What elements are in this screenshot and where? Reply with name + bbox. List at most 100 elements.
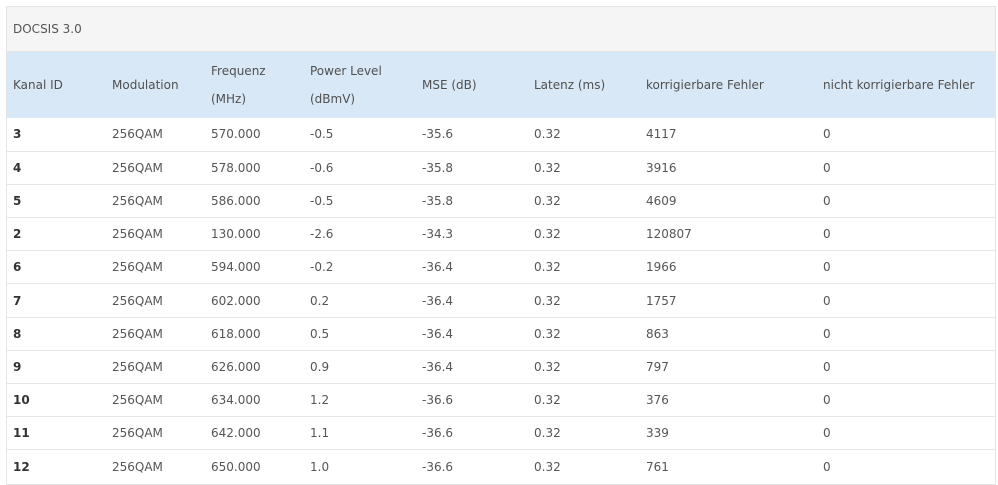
cell-korrigierbare-fehler: 339 xyxy=(646,426,669,441)
table-row: 3 256QAM 570.000 -0.5 -35.6 0.32 4117 0 xyxy=(7,118,995,152)
docsis-panel: DOCSIS 3.0 Kanal ID Modulation Frequenz … xyxy=(6,6,996,485)
cell-power-level: -0.6 xyxy=(310,160,334,175)
cell-modulation: 256QAM xyxy=(112,293,163,308)
cell-modulation: 256QAM xyxy=(112,227,163,242)
header-nicht-korrigierbare-fehler: nicht korrigierbare Fehler xyxy=(823,78,975,92)
cell-power-level: 0.9 xyxy=(310,359,330,374)
cell-mse: -36.6 xyxy=(422,426,454,441)
cell-frequenz: 578.000 xyxy=(211,160,261,175)
cell-power-level: -2.6 xyxy=(310,227,334,242)
cell-korrigierbare-fehler: 1966 xyxy=(646,260,677,275)
cell-korrigierbare-fehler: 4117 xyxy=(646,127,677,142)
cell-kanal-id: 6 xyxy=(13,260,22,275)
cell-power-level: -0.5 xyxy=(310,193,334,208)
table-row: 8 256QAM 618.000 0.5 -36.4 0.32 863 0 xyxy=(7,317,995,351)
cell-latenz: 0.32 xyxy=(534,260,561,275)
cell-modulation: 256QAM xyxy=(112,260,163,275)
cell-mse: -36.4 xyxy=(422,326,454,341)
header-power-level-line1: Power Level xyxy=(310,64,382,78)
header-power-level-line2: (dBmV) xyxy=(310,92,356,106)
cell-nicht-korrigierbare-fehler: 0 xyxy=(823,326,831,341)
cell-nicht-korrigierbare-fehler: 0 xyxy=(823,160,831,175)
cell-frequenz: 602.000 xyxy=(211,293,261,308)
cell-mse: -34.3 xyxy=(422,227,454,242)
header-korrigierbare-fehler: korrigierbare Fehler xyxy=(646,78,764,92)
cell-kanal-id: 9 xyxy=(13,359,22,374)
cell-nicht-korrigierbare-fehler: 0 xyxy=(823,127,831,142)
cell-mse: -35.8 xyxy=(422,160,454,175)
panel-title: DOCSIS 3.0 xyxy=(7,7,995,52)
cell-latenz: 0.32 xyxy=(534,426,561,441)
cell-korrigierbare-fehler: 761 xyxy=(646,459,669,474)
cell-mse: -36.4 xyxy=(422,293,454,308)
cell-kanal-id: 12 xyxy=(13,459,30,474)
header-frequenz: Frequenz (MHz) xyxy=(211,64,266,106)
cell-kanal-id: 10 xyxy=(13,393,30,408)
cell-frequenz: 130.000 xyxy=(211,227,261,242)
cell-latenz: 0.32 xyxy=(534,459,561,474)
cell-korrigierbare-fehler: 4609 xyxy=(646,193,677,208)
cell-mse: -36.6 xyxy=(422,459,454,474)
cell-latenz: 0.32 xyxy=(534,293,561,308)
cell-nicht-korrigierbare-fehler: 0 xyxy=(823,260,831,275)
cell-kanal-id: 3 xyxy=(13,127,22,142)
cell-kanal-id: 2 xyxy=(13,227,22,242)
cell-kanal-id: 8 xyxy=(13,326,22,341)
cell-nicht-korrigierbare-fehler: 0 xyxy=(823,193,831,208)
cell-korrigierbare-fehler: 797 xyxy=(646,359,669,374)
cell-mse: -35.6 xyxy=(422,127,454,142)
cell-kanal-id: 11 xyxy=(13,426,30,441)
cell-kanal-id: 4 xyxy=(13,160,22,175)
table-body: 3 256QAM 570.000 -0.5 -35.6 0.32 4117 0 4 256QAM 5… xyxy=(7,118,995,483)
table-row: 5 256QAM 586.000 -0.5 -35.8 0.32 4609 0 xyxy=(7,184,995,218)
cell-modulation: 256QAM xyxy=(112,160,163,175)
cell-frequenz: 642.000 xyxy=(211,426,261,441)
table-row: 7 256QAM 602.000 0.2 -36.4 0.32 1757 0 xyxy=(7,284,995,318)
cell-frequenz: 594.000 xyxy=(211,260,261,275)
header-mse: MSE (dB) xyxy=(422,78,477,92)
header-kanal-id: Kanal ID xyxy=(13,78,63,92)
cell-korrigierbare-fehler: 376 xyxy=(646,393,669,408)
cell-korrigierbare-fehler: 863 xyxy=(646,326,669,341)
cell-nicht-korrigierbare-fehler: 0 xyxy=(823,426,831,441)
cell-modulation: 256QAM xyxy=(112,193,163,208)
cell-latenz: 0.32 xyxy=(534,193,561,208)
cell-nicht-korrigierbare-fehler: 0 xyxy=(823,359,831,374)
cell-frequenz: 626.000 xyxy=(211,359,261,374)
table-row: 4 256QAM 578.000 -0.6 -35.8 0.32 3916 0 xyxy=(7,151,995,185)
cell-frequenz: 586.000 xyxy=(211,193,261,208)
cell-mse: -36.4 xyxy=(422,260,454,275)
cell-korrigierbare-fehler: 120807 xyxy=(646,227,692,242)
cell-latenz: 0.32 xyxy=(534,393,561,408)
cell-latenz: 0.32 xyxy=(534,227,561,242)
cell-modulation: 256QAM xyxy=(112,326,163,341)
table-row: 2 256QAM 130.000 -2.6 -34.3 0.32 120807 0 xyxy=(7,218,995,251)
header-power-level: Power Level (dBmV) xyxy=(304,52,416,118)
table-row: 11 256QAM 642.000 1.1 -36.6 0.32 339 0 xyxy=(7,417,995,450)
table-header-row: Kanal ID Modulation Frequenz (MHz) Power… xyxy=(7,52,995,118)
cell-nicht-korrigierbare-fehler: 0 xyxy=(823,293,831,308)
cell-power-level: 1.1 xyxy=(310,426,330,441)
cell-latenz: 0.32 xyxy=(534,359,561,374)
cell-nicht-korrigierbare-fehler: 0 xyxy=(823,393,831,408)
cell-power-level: 0.2 xyxy=(310,293,330,308)
cell-latenz: 0.32 xyxy=(534,160,561,175)
cell-kanal-id: 7 xyxy=(13,293,22,308)
table-row: 9 256QAM 626.000 0.9 -36.4 0.32 797 0 xyxy=(7,350,995,384)
cell-modulation: 256QAM xyxy=(112,426,163,441)
cell-kanal-id: 5 xyxy=(13,193,22,208)
cell-mse: -36.6 xyxy=(422,393,454,408)
cell-frequenz: 570.000 xyxy=(211,127,261,142)
cell-frequenz: 634.000 xyxy=(211,393,261,408)
cell-power-level: 1.0 xyxy=(310,459,330,474)
header-latenz: Latenz (ms) xyxy=(534,78,606,92)
cell-modulation: 256QAM xyxy=(112,359,163,374)
header-modulation: Modulation xyxy=(112,78,179,92)
cell-nicht-korrigierbare-fehler: 0 xyxy=(823,227,831,242)
cell-latenz: 0.32 xyxy=(534,127,561,142)
cell-modulation: 256QAM xyxy=(112,393,163,408)
cell-mse: -35.8 xyxy=(422,193,454,208)
cell-power-level: -0.2 xyxy=(310,260,334,275)
cell-korrigierbare-fehler: 1757 xyxy=(646,293,677,308)
cell-korrigierbare-fehler: 3916 xyxy=(646,160,677,175)
